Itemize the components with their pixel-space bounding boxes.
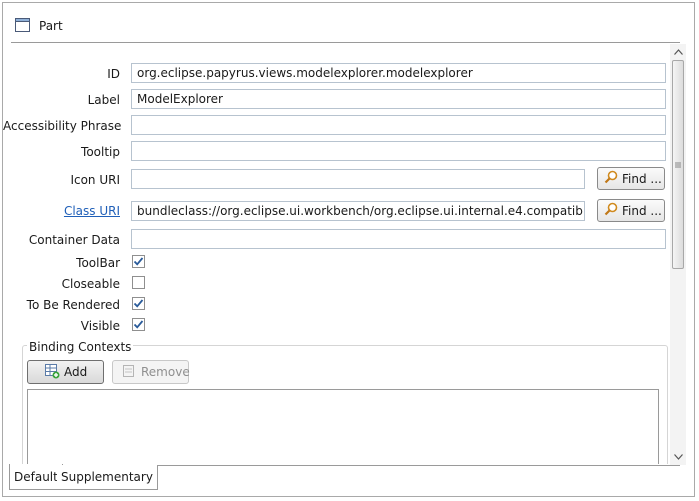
accessibility-phrase-label: Accessibility Phrase: [3, 119, 122, 133]
editor-title: Part: [39, 19, 63, 33]
container-data-label: Container Data: [28, 233, 120, 247]
binding-contexts-list[interactable]: [27, 389, 659, 464]
scroll-up-arrow[interactable]: [670, 44, 686, 60]
id-field[interactable]: org.eclipse.papyrus.views.modelexplorer.…: [131, 63, 666, 83]
remove-button-label: Remove: [141, 365, 190, 379]
icon-uri-field[interactable]: [131, 169, 585, 189]
icon-uri-label: Icon URI: [70, 173, 120, 187]
toolbar-label: ToolBar: [76, 256, 120, 270]
class-uri-find-button[interactable]: Find ...: [597, 199, 665, 222]
part-editor-panel: Part ID org.eclipse.papyrus.views.modele…: [2, 2, 695, 497]
scrollbar-thumb[interactable]: [672, 60, 684, 269]
tab-supplementary[interactable]: Supplementary: [57, 465, 158, 490]
add-table-icon: [44, 363, 64, 382]
vertical-scrollbar[interactable]: [670, 44, 686, 465]
add-button-label: Add: [64, 365, 88, 379]
accessibility-phrase-field[interactable]: [131, 115, 666, 135]
header-divider: [11, 42, 680, 43]
closeable-checkbox[interactable]: [132, 276, 145, 289]
form-content: ID org.eclipse.papyrus.views.modelexplor…: [3, 44, 668, 464]
visible-label: Visible: [80, 319, 120, 333]
closeable-label: Closeable: [61, 277, 120, 291]
binding-contexts-title: Binding Contexts: [27, 340, 134, 354]
tab-bar: Default Supplementary: [3, 464, 694, 496]
magnifier-icon: [604, 170, 622, 187]
window-icon: [15, 18, 31, 33]
class-uri-field[interactable]: bundleclass://org.eclipse.ui.workbench/o…: [131, 201, 585, 221]
checkmark-icon: [133, 320, 144, 329]
tooltip-label: Tooltip: [81, 145, 120, 159]
magnifier-icon: [604, 202, 622, 219]
editor-header: Part: [3, 3, 694, 43]
toolbar-checkbox[interactable]: [132, 255, 145, 268]
find-button-label: Find ...: [622, 203, 662, 218]
id-label: ID: [107, 67, 120, 81]
add-binding-button[interactable]: Add: [27, 360, 104, 384]
class-uri-link[interactable]: Class URI: [3, 204, 120, 218]
remove-binding-button[interactable]: Remove: [112, 360, 190, 384]
to-be-rendered-checkbox[interactable]: [132, 297, 145, 310]
icon-uri-find-button[interactable]: Find ...: [597, 167, 665, 190]
scroll-down-arrow[interactable]: [670, 449, 686, 465]
to-be-rendered-label: To Be Rendered: [26, 298, 120, 312]
tooltip-field[interactable]: [131, 141, 666, 161]
tab-default[interactable]: Default: [9, 464, 63, 490]
remove-icon: [121, 363, 141, 382]
checkmark-icon: [133, 299, 144, 308]
find-button-label: Find ...: [622, 171, 662, 186]
container-data-field[interactable]: [131, 229, 666, 249]
checkmark-icon: [133, 257, 144, 266]
label-field[interactable]: ModelExplorer: [131, 89, 666, 109]
visible-checkbox[interactable]: [132, 318, 145, 331]
label-label: Label: [87, 93, 120, 107]
